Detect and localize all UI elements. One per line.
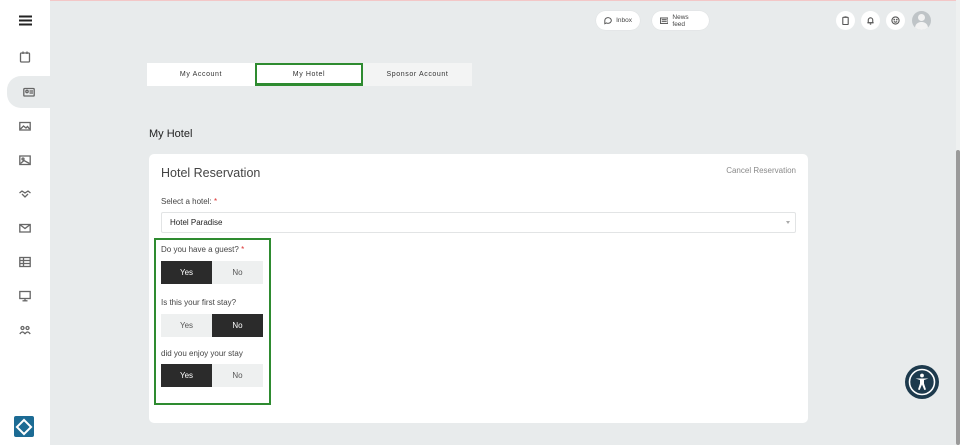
enjoy-stay-question-label: did you enjoy your stay [161, 349, 243, 358]
guest-toggle: Yes No [161, 261, 263, 284]
top-accent-line [0, 0, 960, 1]
photo-icon[interactable] [0, 146, 50, 174]
first-stay-question-label: Is this your first stay? [161, 298, 237, 307]
cancel-reservation-link[interactable]: Cancel Reservation [726, 166, 796, 175]
guest-question-text: Do you have a guest? [161, 245, 239, 254]
chevron-down-icon [786, 221, 790, 224]
enjoy-stay-no-option[interactable]: No [212, 364, 263, 387]
guest-yes-option[interactable]: Yes [161, 261, 212, 284]
newsfeed-label: News feed [672, 13, 689, 28]
avatar[interactable] [912, 11, 931, 30]
newsfeed-button[interactable]: News feed [652, 11, 709, 30]
sidebar [0, 0, 50, 445]
inbox-button[interactable]: Inbox [596, 11, 640, 30]
clipboard-icon[interactable] [836, 11, 855, 30]
hotel-select[interactable]: Hotel Paradise [161, 212, 796, 233]
tab-my-hotel[interactable]: My Hotel [255, 63, 363, 86]
enjoy-stay-yes-option[interactable]: Yes [161, 364, 212, 387]
chat-icon [604, 17, 612, 25]
monitor-icon[interactable] [0, 282, 50, 310]
scrollbar-thumb[interactable] [956, 150, 960, 445]
guest-no-option[interactable]: No [212, 261, 263, 284]
first-stay-yes-option[interactable]: Yes [161, 314, 212, 337]
newspaper-icon [660, 17, 669, 24]
id-card-icon[interactable] [7, 76, 50, 108]
hotel-label-text: Select a hotel: [161, 197, 212, 206]
tab-my-account[interactable]: My Account [147, 63, 255, 86]
hotel-reservation-card: Hotel Reservation Cancel Reservation Sel… [149, 154, 808, 423]
accessibility-icon [908, 368, 936, 396]
required-mark: * [241, 245, 245, 254]
required-mark: * [213, 197, 218, 206]
tab-sponsor-account[interactable]: Sponsor Account [363, 63, 472, 86]
menu-icon[interactable] [0, 6, 50, 34]
brand-logo [14, 416, 34, 437]
bell-icon[interactable] [861, 11, 880, 30]
hotel-select-value: Hotel Paradise [170, 218, 223, 227]
mail-icon[interactable] [0, 214, 50, 242]
enjoy-stay-toggle: Yes No [161, 364, 263, 387]
hotel-field-label: Select a hotel: * [161, 197, 217, 206]
table-icon[interactable] [0, 248, 50, 276]
page-title: My Hotel [149, 128, 193, 140]
image-icon[interactable] [0, 112, 50, 140]
smiley-icon[interactable] [886, 11, 905, 30]
handshake-icon[interactable] [0, 180, 50, 208]
account-tabs: My Account My Hotel Sponsor Account [147, 63, 472, 86]
guest-question-label: Do you have a guest? * [161, 245, 244, 254]
calendar-icon[interactable] [0, 43, 50, 71]
accessibility-button[interactable] [905, 365, 939, 399]
group-icon[interactable] [0, 316, 50, 344]
inbox-label: Inbox [616, 17, 632, 24]
first-stay-no-option[interactable]: No [212, 314, 263, 337]
first-stay-toggle: Yes No [161, 314, 263, 337]
card-title: Hotel Reservation [161, 166, 261, 180]
